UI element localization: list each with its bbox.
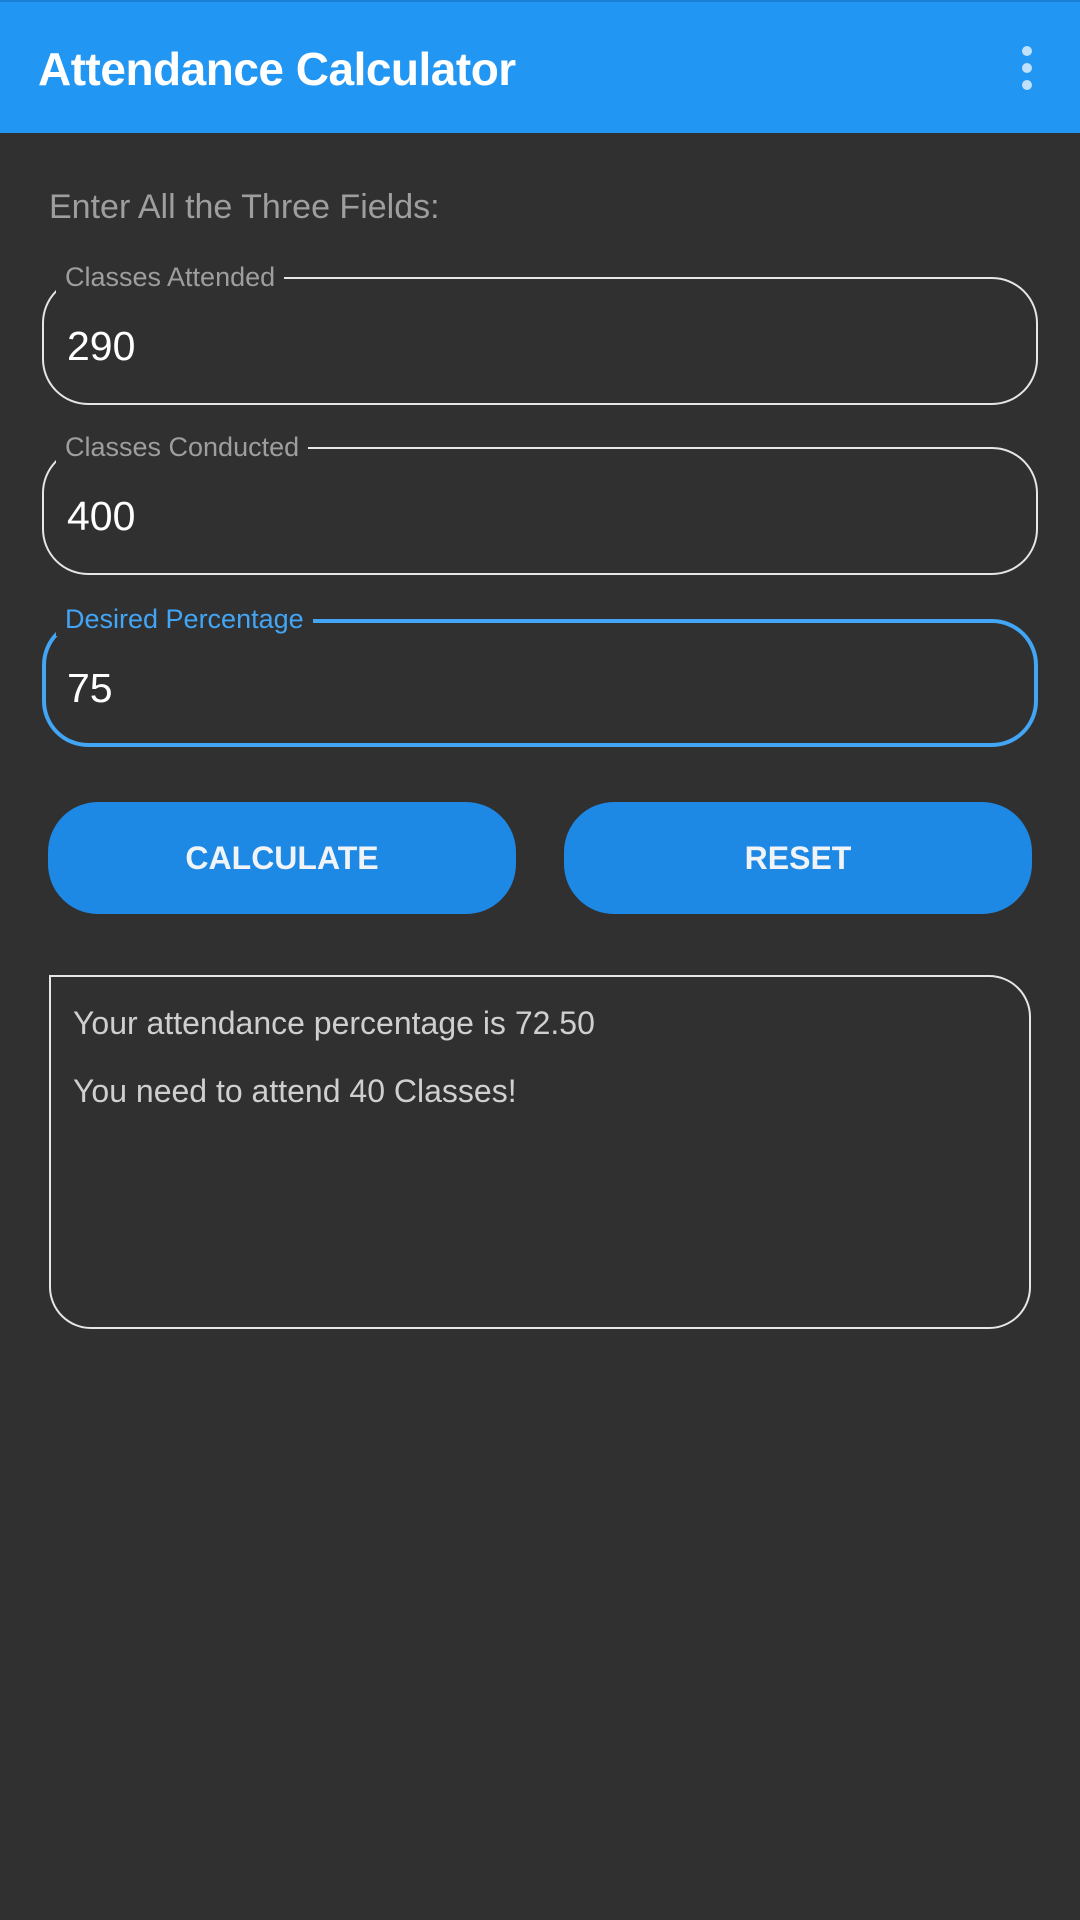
field-label: Classes Attended bbox=[56, 260, 285, 294]
app-bar: Attendance Calculator bbox=[0, 0, 1080, 133]
classes-conducted-input[interactable] bbox=[67, 493, 967, 540]
classes-needed-text: You need to attend 40 Classes! bbox=[73, 1073, 517, 1109]
calculate-button[interactable]: CALCULATE bbox=[48, 802, 516, 914]
classes-conducted-field[interactable]: Classes Conducted bbox=[42, 430, 1038, 575]
more-vert-icon[interactable] bbox=[1012, 46, 1042, 90]
field-label: Classes Conducted bbox=[56, 430, 309, 464]
desired-percentage-field[interactable]: Desired Percentage bbox=[42, 602, 1038, 747]
attendance-percentage-text: Your attendance percentage is 72.50 bbox=[73, 1005, 595, 1041]
instruction-text: Enter All the Three Fields: bbox=[49, 188, 440, 226]
reset-button[interactable]: RESET bbox=[564, 802, 1032, 914]
classes-attended-input[interactable] bbox=[67, 323, 967, 370]
result-box: Your attendance percentage is 72.50 You … bbox=[49, 975, 1031, 1329]
app-title: Attendance Calculator bbox=[38, 43, 516, 95]
field-label: Desired Percentage bbox=[56, 602, 313, 636]
classes-attended-field[interactable]: Classes Attended bbox=[42, 260, 1038, 405]
desired-percentage-input[interactable] bbox=[67, 665, 967, 712]
